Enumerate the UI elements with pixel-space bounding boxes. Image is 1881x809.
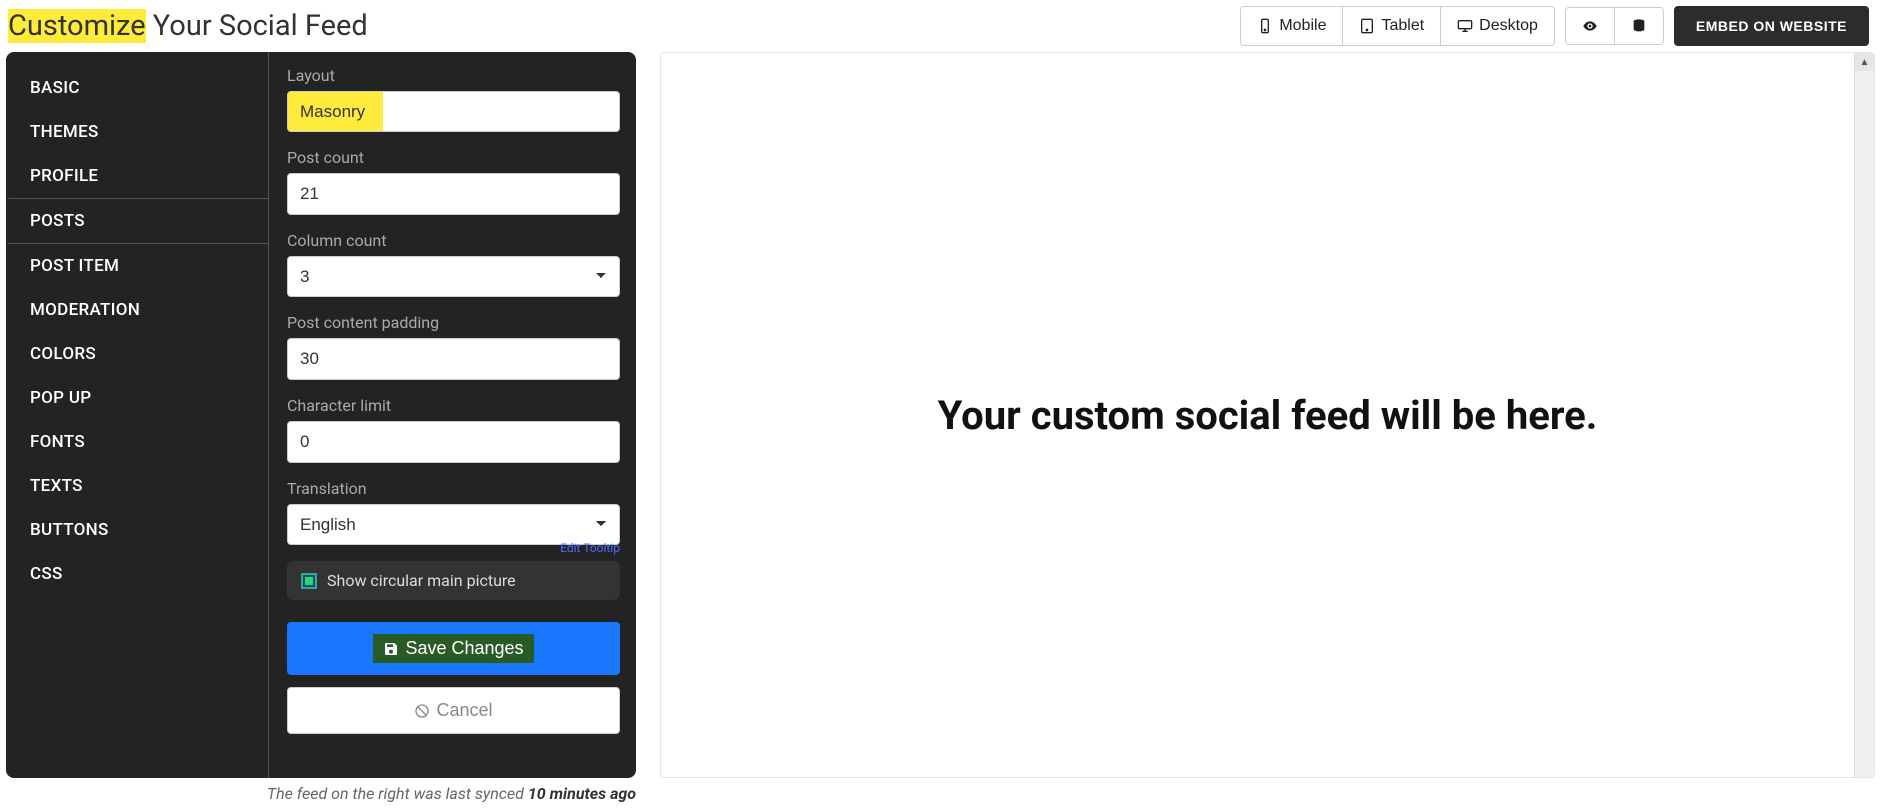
edit-tooltip-link[interactable]: Edit Tooltip <box>560 541 620 555</box>
sidebar-item-basic[interactable]: BASIC <box>6 66 268 110</box>
sync-note: The feed on the right was last synced 10… <box>6 778 636 809</box>
sidebar-item-css[interactable]: CSS <box>6 552 268 596</box>
column-count-label: Column count <box>287 231 620 250</box>
cancel-icon <box>414 703 430 719</box>
post-count-label: Post count <box>287 148 620 167</box>
sidebar-item-colors[interactable]: COLORS <box>6 332 268 376</box>
sidebar-item-fonts[interactable]: FONTS <box>6 420 268 464</box>
checkbox-icon <box>301 573 317 589</box>
tablet-label: Tablet <box>1381 17 1424 35</box>
circular-picture-checkbox-row[interactable]: Show circular main picture <box>287 561 620 600</box>
settings-panel: BASIC THEMES PROFILE POSTS POST ITEM MOD… <box>6 52 636 778</box>
top-actions: Mobile Tablet Desktop EMBED ON WEBSITE <box>1240 6 1875 46</box>
post-count-input[interactable] <box>287 173 620 215</box>
device-switcher: Mobile Tablet Desktop <box>1240 6 1555 46</box>
desktop-icon <box>1457 18 1473 34</box>
database-icon <box>1631 18 1647 34</box>
data-button[interactable] <box>1615 8 1663 44</box>
title-rest: Your Social Feed <box>146 9 368 43</box>
char-limit-input[interactable] <box>287 421 620 463</box>
checkbox-label: Show circular main picture <box>327 571 516 590</box>
save-label: Save Changes <box>405 638 523 659</box>
sidebar-item-pop-up[interactable]: POP UP <box>6 376 268 420</box>
padding-label: Post content padding <box>287 313 620 332</box>
eye-icon <box>1582 18 1598 34</box>
translation-select[interactable]: English <box>287 504 620 545</box>
settings-sidebar: BASIC THEMES PROFILE POSTS POST ITEM MOD… <box>6 52 268 778</box>
char-limit-label: Character limit <box>287 396 620 415</box>
title-highlight: Customize <box>8 9 146 43</box>
layout-select[interactable]: Masonry <box>287 91 620 132</box>
view-tools <box>1565 7 1664 45</box>
tablet-button[interactable]: Tablet <box>1343 7 1441 45</box>
desktop-label: Desktop <box>1479 17 1538 35</box>
sidebar-item-texts[interactable]: TEXTS <box>6 464 268 508</box>
sidebar-item-moderation[interactable]: MODERATION <box>6 288 268 332</box>
save-button[interactable]: Save Changes <box>287 622 620 675</box>
form-column: Layout Masonry Post count Column count 3… <box>268 52 636 778</box>
cancel-button[interactable]: Cancel <box>287 687 620 734</box>
desktop-button[interactable]: Desktop <box>1441 7 1554 45</box>
sidebar-item-posts[interactable]: POSTS <box>6 198 268 244</box>
padding-input[interactable] <box>287 338 620 380</box>
scroll-up-icon: ▲ <box>1855 53 1874 71</box>
mobile-button[interactable]: Mobile <box>1241 7 1343 45</box>
tablet-icon <box>1359 18 1375 34</box>
translation-label: Translation <box>287 479 620 498</box>
sidebar-item-post-item[interactable]: POST ITEM <box>6 244 268 288</box>
save-icon <box>383 641 399 657</box>
page-title: Customize Your Social Feed <box>6 9 368 43</box>
sidebar-item-profile[interactable]: PROFILE <box>6 154 268 198</box>
layout-label: Layout <box>287 66 620 85</box>
preview-placeholder: Your custom social feed will be here. <box>938 392 1598 439</box>
sync-prefix: The feed on the right was last synced <box>267 784 528 803</box>
preview-scrollbar[interactable]: ▲ <box>1854 53 1874 777</box>
sidebar-item-themes[interactable]: THEMES <box>6 110 268 154</box>
preview-button[interactable] <box>1566 8 1615 44</box>
embed-button[interactable]: EMBED ON WEBSITE <box>1674 6 1869 46</box>
sidebar-item-buttons[interactable]: BUTTONS <box>6 508 268 552</box>
column-count-select[interactable]: 3 <box>287 256 620 297</box>
preview-area: Your custom social feed will be here. ▲ <box>660 52 1875 778</box>
mobile-icon <box>1257 18 1273 34</box>
mobile-label: Mobile <box>1279 17 1326 35</box>
sync-time: 10 minutes ago <box>528 784 636 803</box>
cancel-label: Cancel <box>436 700 492 721</box>
